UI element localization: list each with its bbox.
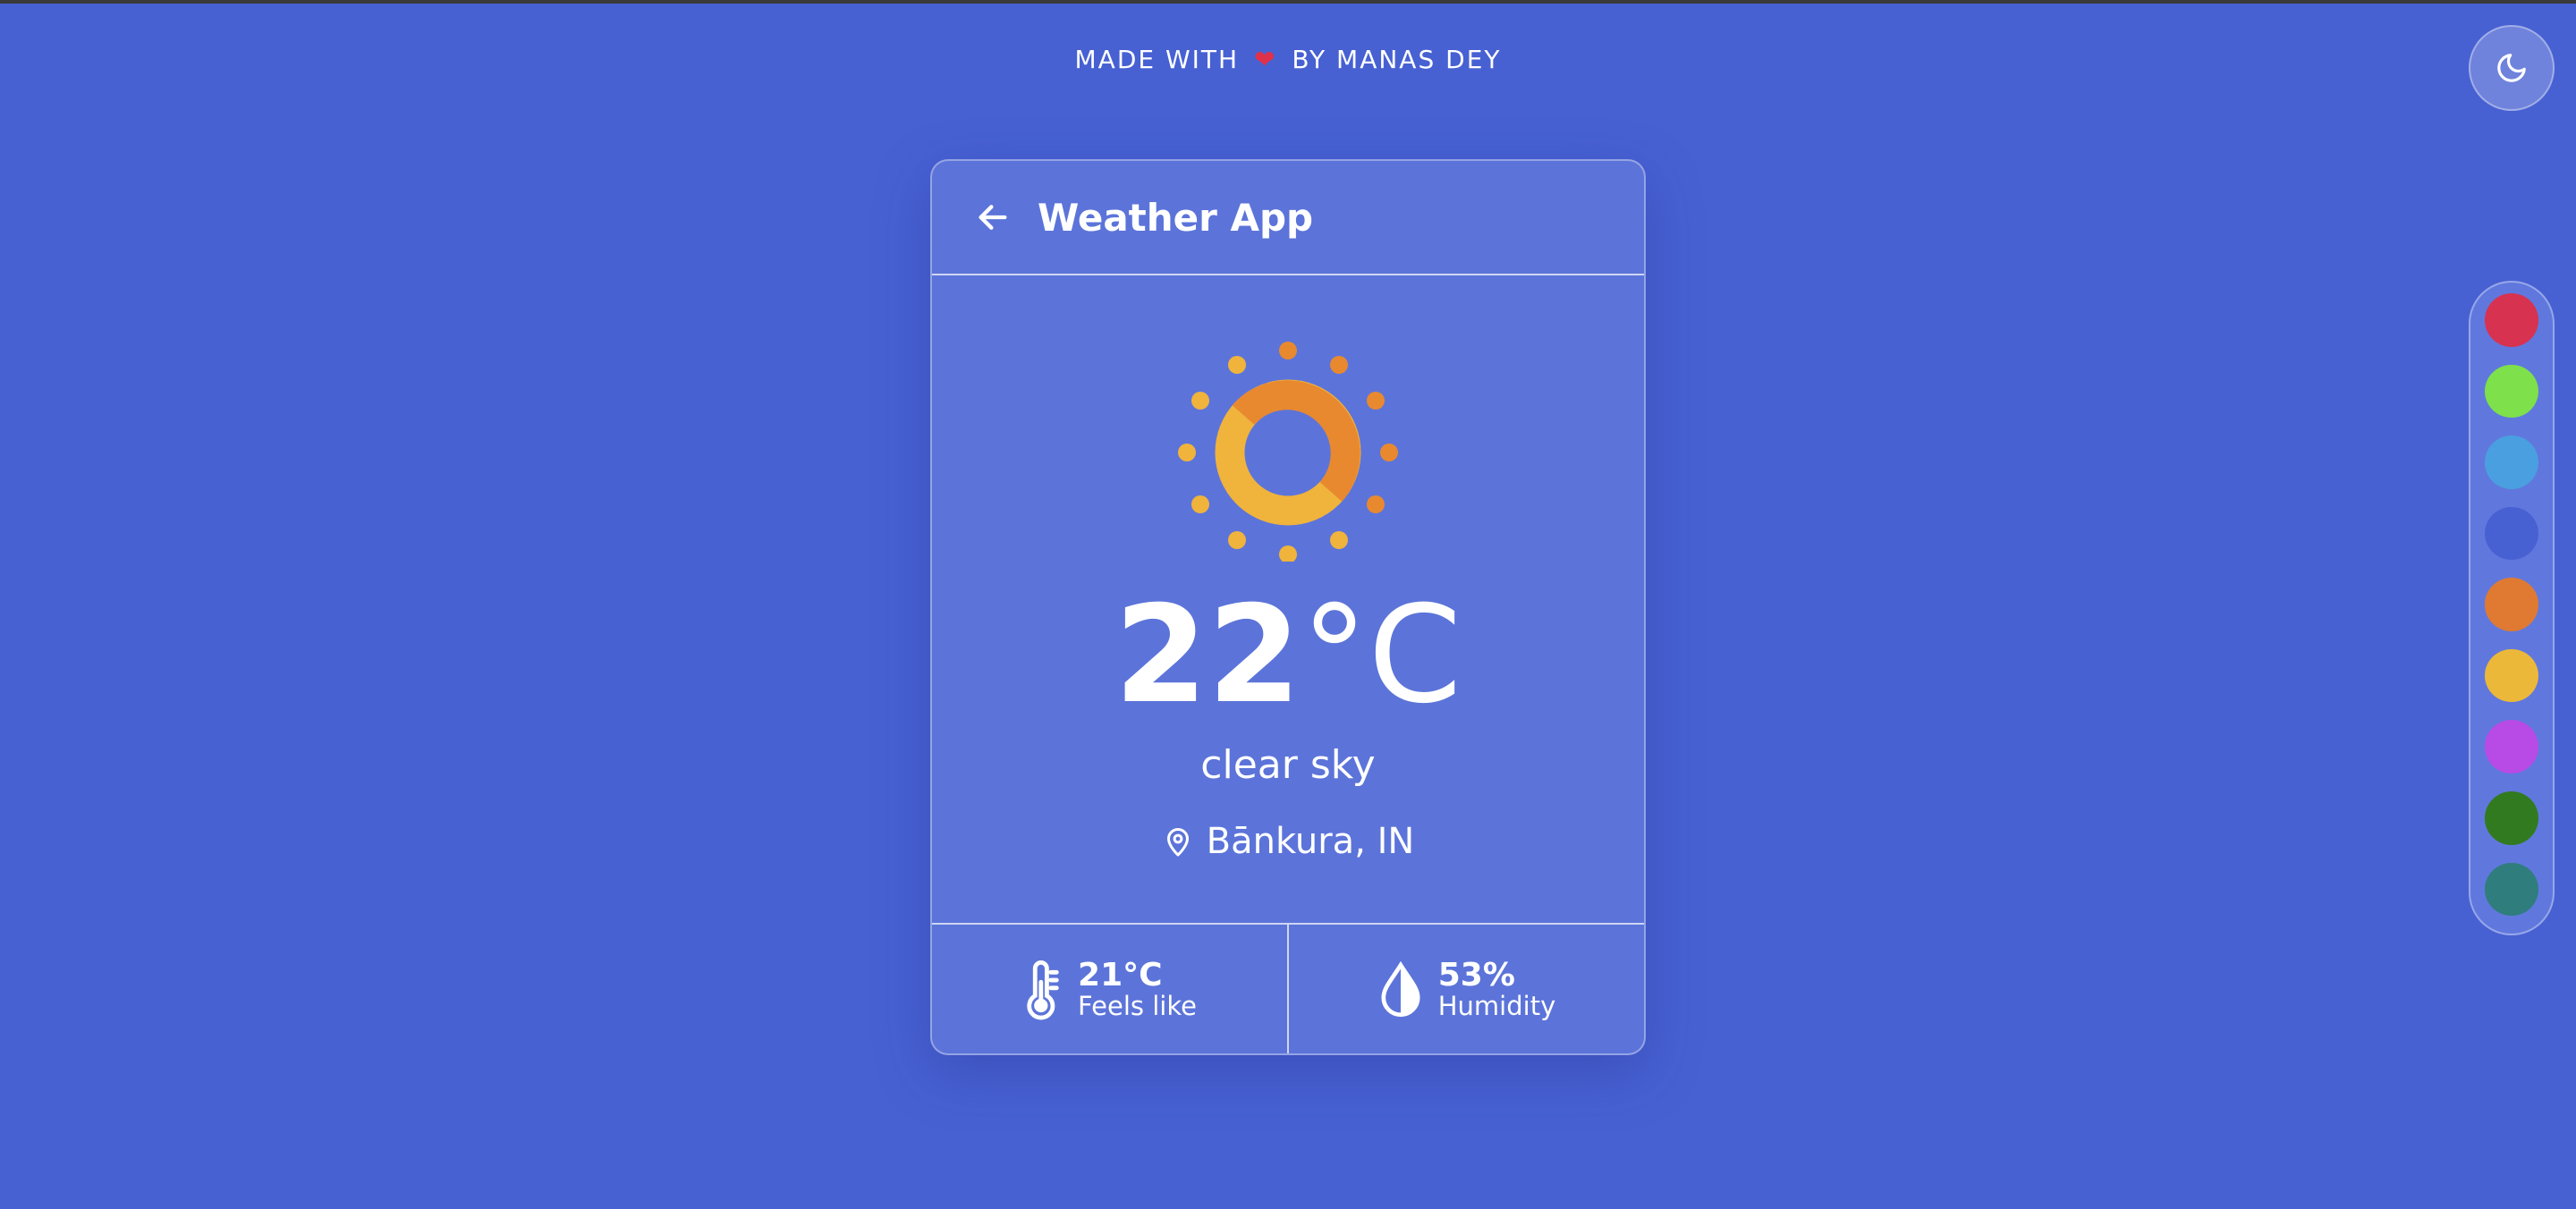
feels-like-value: 21°C [1078,957,1163,994]
weather-description: clear sky [1200,742,1376,788]
feels-like-stat: 21°C Feels like [932,925,1287,1053]
moon-icon [2497,54,2526,82]
sun-icon [1178,342,1398,562]
weather-card: Weather App 22°C clear sky Bānkura, IN 2… [930,159,1646,1055]
color-swatch[interactable] [2485,578,2538,631]
color-swatch[interactable] [2485,293,2538,347]
color-swatch[interactable] [2485,648,2538,703]
color-swatch[interactable] [2485,364,2538,418]
credit-text: MADE WITH ❤ BY MANAS DEY [0,45,2576,74]
arrow-left-icon [979,205,1007,230]
color-swatch[interactable] [2485,790,2538,845]
back-button[interactable] [975,199,1011,235]
card-title: Weather App [1038,195,1314,240]
top-border [0,0,2576,4]
theme-toggle-button[interactable] [2469,25,2555,111]
card-header: Weather App [932,161,1644,275]
feels-like-label: Feels like [1078,990,1197,1021]
humidity-value: 53% [1437,957,1515,994]
color-swatch[interactable] [2485,435,2538,489]
location-text: Bānkura, IN [1206,821,1415,862]
droplet-icon [1377,961,1424,1019]
temperature-value: 22 [1114,578,1301,733]
thermometer-icon [1022,959,1063,1021]
location: Bānkura, IN [932,821,1644,862]
credit-suffix: BY MANAS DEY [1292,45,1502,74]
temperature: 22°C [932,588,1644,723]
temperature-unit: °C [1301,578,1462,733]
heart-icon: ❤ [1253,45,1277,74]
credit-prefix: MADE WITH [1074,45,1240,74]
color-swatch[interactable] [2485,862,2538,917]
location-pin-icon [1162,824,1194,859]
weather-details: 21°C Feels like 53% Humidity [932,925,1644,1053]
color-swatch[interactable] [2485,720,2538,774]
color-swatch[interactable] [2485,506,2538,561]
humidity-stat: 53% Humidity [1287,925,1644,1053]
humidity-label: Humidity [1437,990,1556,1021]
weather-main: 22°C clear sky Bānkura, IN [932,275,1644,925]
color-palette [2469,281,2555,935]
